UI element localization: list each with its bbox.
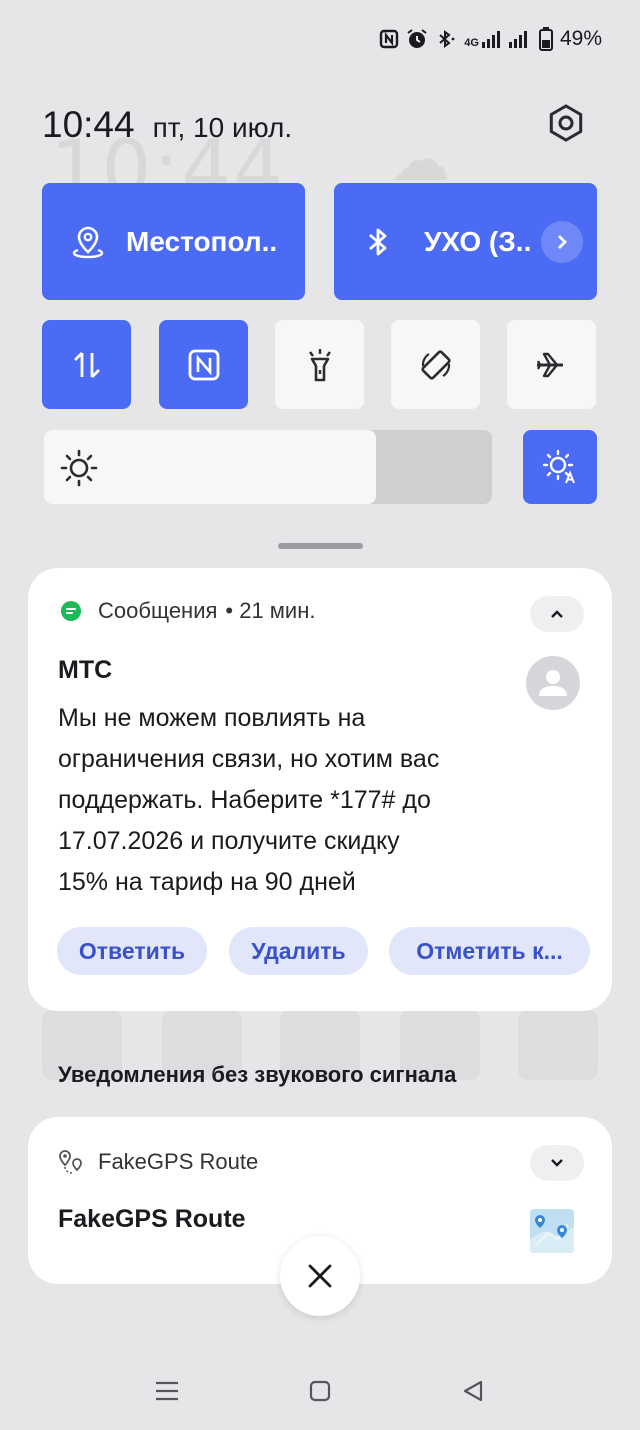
- date[interactable]: пт, 10 июл.: [153, 112, 293, 144]
- flashlight-icon: [308, 348, 331, 381]
- notification-header: Сообщения • 21 мин.: [58, 598, 315, 624]
- chevron-down-icon: [551, 1159, 563, 1167]
- status-bar: 4G 49%: [379, 24, 602, 54]
- message-line: 15% на тариф на 90 дней: [58, 868, 356, 896]
- bluetooth-icon: [360, 224, 396, 260]
- sender-name: МТС: [58, 656, 113, 684]
- gear-icon: [549, 104, 583, 142]
- mark-as-read-button[interactable]: Отметить к...: [389, 927, 590, 975]
- notification-time: • 21 мин.: [225, 598, 316, 623]
- expand-button[interactable]: [530, 1145, 584, 1181]
- location-label: Местопол..: [126, 225, 278, 257]
- alarm-icon: [407, 29, 427, 48]
- route-pin-icon: [58, 1149, 84, 1175]
- collapse-button[interactable]: [530, 596, 584, 632]
- brightness-slider[interactable]: [44, 430, 492, 504]
- location-icon: [70, 224, 106, 260]
- clock[interactable]: 10:44: [42, 104, 135, 146]
- reply-button[interactable]: Ответить: [57, 927, 207, 975]
- menu-icon: [156, 1381, 178, 1401]
- chevron-right-icon: [558, 235, 567, 249]
- auto-brightness-icon: [542, 449, 575, 484]
- navigation-bar: [0, 1360, 640, 1420]
- signal-icon: [508, 31, 527, 48]
- shade-handle[interactable]: [278, 543, 363, 549]
- battery-icon: [538, 27, 553, 51]
- bluetooth-tile[interactable]: УХО (З..: [334, 183, 597, 300]
- message-line: Мы не можем повлиять на: [58, 704, 366, 732]
- silent-notifications-header: Уведомления без звукового сигнала: [58, 1062, 457, 1087]
- app-name: Сообщения: [98, 598, 218, 623]
- battery-percent: 49%: [559, 27, 602, 50]
- message-line: поддержать. Наберите *177# до: [58, 786, 431, 814]
- home-icon: [309, 1380, 331, 1402]
- flashlight-tile[interactable]: [275, 320, 364, 409]
- rotate-icon: [420, 349, 451, 380]
- shade-header: 10:44 пт, 10 июл.: [42, 104, 292, 146]
- brightness-icon: [60, 449, 98, 487]
- chevron-up-icon: [551, 610, 563, 618]
- message-line: 17.07.2026 и получите скидку: [58, 827, 400, 855]
- 4g-signal-icon: 4G: [464, 29, 501, 49]
- messages-app-icon: [58, 598, 84, 624]
- back-button[interactable]: [458, 1376, 488, 1406]
- bluetooth-details-button[interactable]: [541, 221, 583, 263]
- nfc-icon: [188, 349, 219, 380]
- notification-card-messages[interactable]: Сообщения • 21 мин. МТС Мы не можем повл…: [28, 568, 612, 1011]
- mobile-data-icon: [73, 351, 100, 378]
- settings-button[interactable]: [546, 103, 586, 143]
- mobile-data-tile[interactable]: [42, 320, 131, 409]
- airplane-icon: [536, 352, 563, 377]
- close-icon: [308, 1264, 332, 1288]
- delete-button[interactable]: Удалить: [229, 927, 368, 975]
- notification-header: FakeGPS Route: [58, 1149, 258, 1175]
- avatar: [526, 656, 580, 710]
- network-type: 4G: [464, 37, 479, 49]
- app-name: FakeGPS Route: [98, 1149, 259, 1174]
- bluetooth-icon: [439, 30, 455, 48]
- home-button[interactable]: [305, 1376, 335, 1406]
- back-icon: [463, 1380, 483, 1402]
- map-thumbnail-icon: [530, 1209, 574, 1253]
- recents-button[interactable]: [152, 1376, 182, 1406]
- notification-title: FakeGPS Route: [58, 1205, 246, 1233]
- auto-rotate-tile[interactable]: [391, 320, 480, 409]
- location-tile[interactable]: Местопол..: [42, 183, 305, 300]
- background-ghost: [518, 1010, 598, 1080]
- message-body: Мы не можем повлиять на ограничения связ…: [58, 698, 528, 903]
- auto-brightness-button[interactable]: [523, 430, 597, 504]
- person-icon: [539, 670, 567, 696]
- nfc-tile[interactable]: [159, 320, 248, 409]
- bluetooth-label: УХО (З..: [424, 225, 532, 257]
- airplane-mode-tile[interactable]: [507, 320, 596, 409]
- message-line: ограничения связи, но хотим вас: [58, 745, 440, 773]
- nfc-icon: [380, 29, 399, 49]
- clear-all-button[interactable]: [280, 1236, 360, 1316]
